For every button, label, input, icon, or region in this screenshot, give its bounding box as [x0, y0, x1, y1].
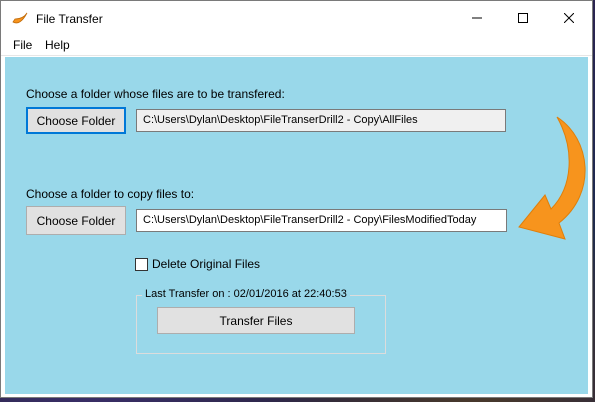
curved-arrow-icon — [518, 116, 586, 240]
delete-original-checkbox[interactable] — [135, 258, 148, 271]
last-transfer-caption: Last Transfer on : 02/01/2016 at 22:40:5… — [142, 288, 350, 300]
menu-help[interactable]: Help — [45, 38, 70, 52]
main-panel: Choose a folder whose files are to be tr… — [5, 57, 588, 394]
maximize-icon — [518, 12, 528, 23]
menu-file[interactable]: File — [13, 38, 32, 52]
menu-bar: File Help — [1, 34, 592, 56]
boomerang-icon — [12, 12, 28, 24]
choose-source-folder-button[interactable]: Choose Folder — [26, 107, 126, 134]
close-button[interactable] — [546, 1, 592, 34]
source-folder-prompt: Choose a folder whose files are to be tr… — [26, 87, 285, 101]
choose-destination-folder-button[interactable]: Choose Folder — [26, 206, 126, 235]
minimize-button[interactable] — [454, 1, 500, 34]
delete-original-label[interactable]: Delete Original Files — [152, 257, 260, 271]
maximize-button[interactable] — [500, 1, 546, 34]
transfer-files-button[interactable]: Transfer Files — [157, 307, 355, 334]
destination-folder-prompt: Choose a folder to copy files to: — [26, 187, 195, 201]
title-bar[interactable]: File Transfer — [1, 1, 592, 34]
source-folder-path: C:\Users\Dylan\Desktop\FileTranserDrill2… — [136, 109, 506, 132]
destination-folder-path[interactable]: C:\Users\Dylan\Desktop\FileTranserDrill2… — [136, 209, 507, 232]
minimize-icon — [472, 17, 482, 18]
file-transfer-window: File Transfer File Help Choose a folder … — [0, 0, 593, 398]
window-title: File Transfer — [36, 12, 103, 26]
close-icon — [564, 12, 574, 23]
